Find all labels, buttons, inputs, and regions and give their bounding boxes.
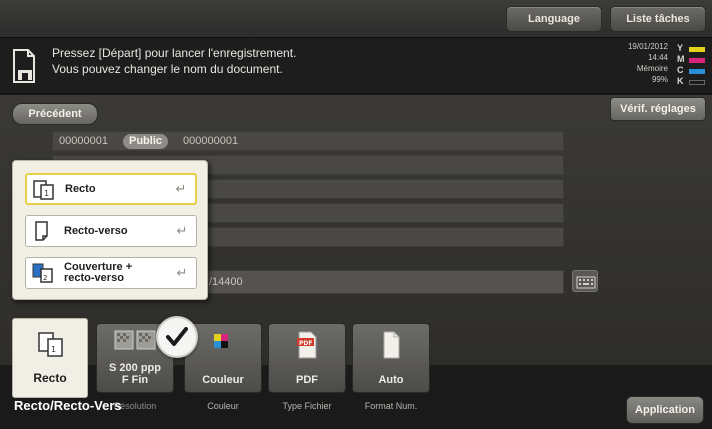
recto-caption: Recto/Recto-Vers: [14, 398, 122, 413]
resolution-label: S 200 ppp F Fin: [97, 362, 173, 386]
toner-bar: [689, 80, 705, 85]
application-button[interactable]: Application: [626, 396, 704, 424]
check-glyph: [166, 327, 188, 346]
status-panel: 19/01/2012 14:44 Mémoire 99% Y M C K: [604, 42, 710, 92]
message-bar: Pressez [Départ] pour lancer l'enregistr…: [0, 38, 712, 94]
enter-arrow-icon: ↵: [176, 265, 188, 280]
memory-value: 99%: [651, 75, 668, 84]
scan-size-caption: Format Num.: [364, 401, 418, 411]
svg-text:PDF: PDF: [299, 340, 312, 347]
enter-arrow-icon: ↵: [176, 223, 188, 238]
recto-label: Recto: [33, 371, 67, 385]
duplex-popup: 1 Recto ↵ Recto-verso ↵ 2 Couverture + r…: [12, 160, 208, 300]
toner-letter: Y: [677, 43, 684, 53]
previous-button[interactable]: Précédent: [12, 103, 98, 125]
toner-bar: [689, 69, 705, 74]
toner-cyan: C: [677, 65, 707, 76]
box-number: 00000001: [59, 135, 108, 147]
toner-letter: M: [677, 54, 685, 64]
single-sided-icon: 1: [33, 180, 54, 200]
document-icon: [13, 49, 35, 83]
enter-arrow-icon: ↵: [175, 181, 187, 196]
status-date: 19/01/2012: [627, 42, 668, 51]
scan-size-label: Auto: [378, 374, 404, 386]
box-type-badge: Public: [123, 134, 169, 149]
checkmark-icon: [156, 316, 198, 358]
scan-size-button[interactable]: Auto: [352, 323, 430, 393]
recto-function-button[interactable]: 1 Recto: [12, 318, 88, 398]
keyboard-icon: [576, 276, 596, 289]
double-sided-icon: [35, 221, 48, 241]
box-info-row: 00000001 Public 000000001: [52, 131, 564, 151]
color-label: Couleur: [202, 374, 244, 386]
file-type-caption: Type Fichier: [282, 401, 332, 411]
option-label-line2: recto-verso: [64, 272, 124, 284]
memory-label: Mémoire: [636, 64, 668, 73]
toner-yellow: Y: [677, 43, 707, 54]
resolution-line2: F Fin: [121, 374, 149, 386]
language-button[interactable]: Language: [506, 6, 602, 32]
resolution-line1: S 200 ppp: [109, 362, 161, 374]
box-name: 000000001: [183, 135, 239, 147]
option-label: Recto-verso: [64, 224, 128, 237]
color-caption: Couleur: [207, 401, 239, 411]
cover-duplex-icon: 2: [32, 263, 53, 283]
page-size-icon: [383, 331, 400, 359]
file-type-button[interactable]: PDF PDF: [268, 323, 346, 393]
svg-text:1: 1: [51, 345, 56, 354]
svg-text:2: 2: [43, 274, 47, 282]
color-mode-icon: [214, 334, 228, 348]
option-recto-verso[interactable]: Recto-verso ↵: [25, 215, 197, 247]
toner-bar: [689, 58, 705, 63]
document-name-text: /14400: [209, 276, 243, 288]
message-line-1: Pressez [Départ] pour lancer l'enregistr…: [52, 46, 297, 60]
status-time: 14:44: [647, 53, 668, 62]
top-header: Language Liste tâches: [0, 0, 712, 38]
resolution-icon: [114, 330, 156, 350]
option-label: Recto: [65, 182, 96, 195]
keyboard-button[interactable]: [572, 270, 598, 292]
message-line-2: Vous pouvez changer le nom du document.: [52, 62, 283, 76]
pdf-file-icon: PDF: [297, 331, 317, 359]
job-list-button[interactable]: Liste tâches: [610, 6, 706, 32]
option-recto[interactable]: 1 Recto ↵: [25, 173, 197, 205]
scan-screen: Language Liste tâches Pressez [Départ] p…: [0, 0, 712, 429]
svg-text:1: 1: [44, 189, 49, 198]
toner-letter: K: [677, 76, 684, 86]
option-cover-duplex[interactable]: 2 Couverture + recto-verso ↵: [25, 257, 197, 289]
verify-settings-button[interactable]: Vérif. réglages: [610, 97, 706, 121]
single-sided-icon: 1: [38, 332, 63, 357]
file-type-label: PDF: [296, 374, 318, 386]
option-label: Couverture + recto-verso: [64, 262, 174, 284]
toner-magenta: M: [677, 54, 707, 65]
toner-letter: C: [677, 65, 684, 75]
toner-bar: [689, 47, 705, 52]
toner-black: K: [677, 76, 707, 87]
